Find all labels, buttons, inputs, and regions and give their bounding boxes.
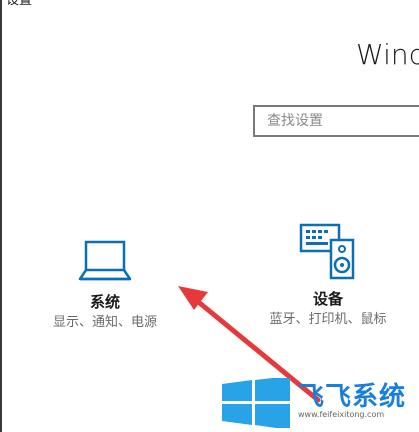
windows-logo-icon: [222, 378, 290, 428]
settings-window: 设置 Windo 系统 显示、通知、电源: [0, 0, 419, 432]
annotation-arrow-icon: [178, 286, 321, 403]
watermark: 飞飞系统 www.feifeixitong.com: [220, 374, 419, 432]
watermark-brand: 飞飞系统: [298, 382, 407, 412]
watermark-url: www.feifeixitong.com: [298, 410, 385, 419]
